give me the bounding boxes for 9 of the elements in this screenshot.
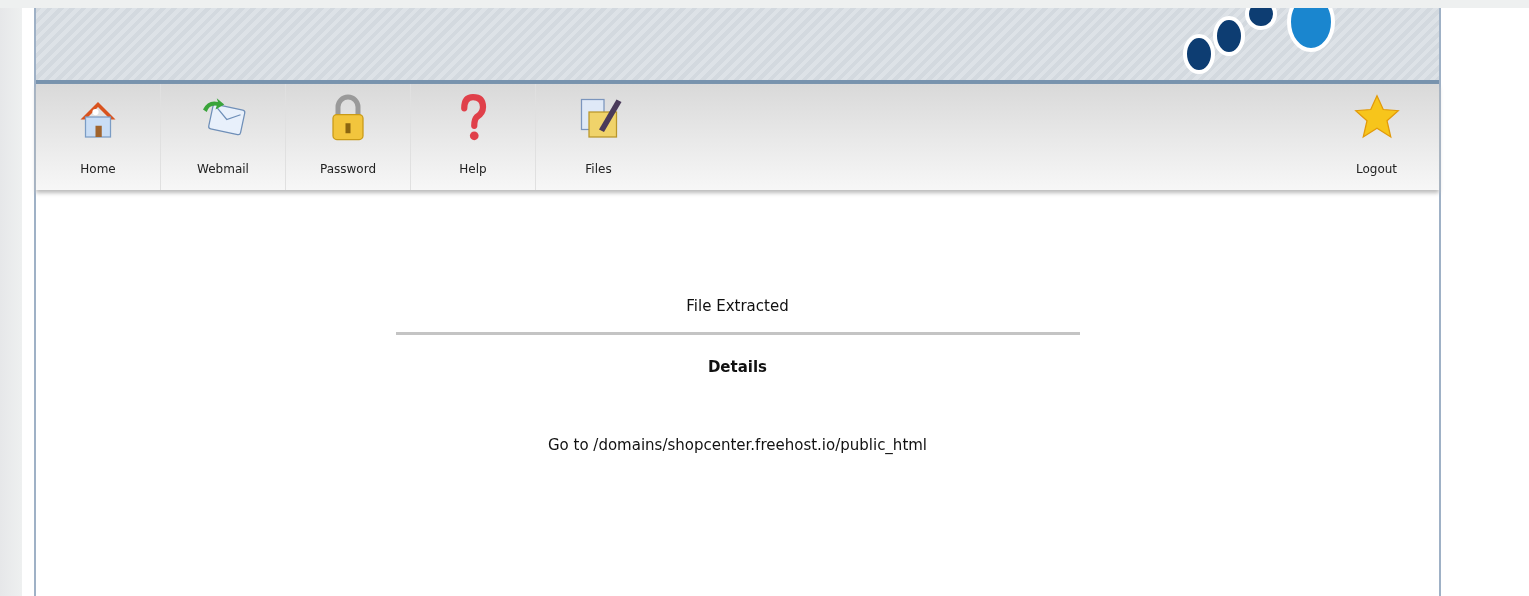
details-text: Go to /domains/shopcenter.freehost.io/public_html <box>547 435 928 455</box>
status-message: File Extracted <box>686 296 789 316</box>
toolbar-button[interactable]: Webmail <box>161 84 286 190</box>
toolbar-button[interactable]: Logout <box>1314 84 1439 176</box>
toolbar-button[interactable]: Password <box>286 84 411 190</box>
toolbar-button[interactable]: Help <box>411 84 536 190</box>
details-heading: Details <box>707 357 768 377</box>
toolbar-button[interactable]: Files <box>536 84 661 190</box>
toolbar-button[interactable]: Home <box>36 84 161 190</box>
